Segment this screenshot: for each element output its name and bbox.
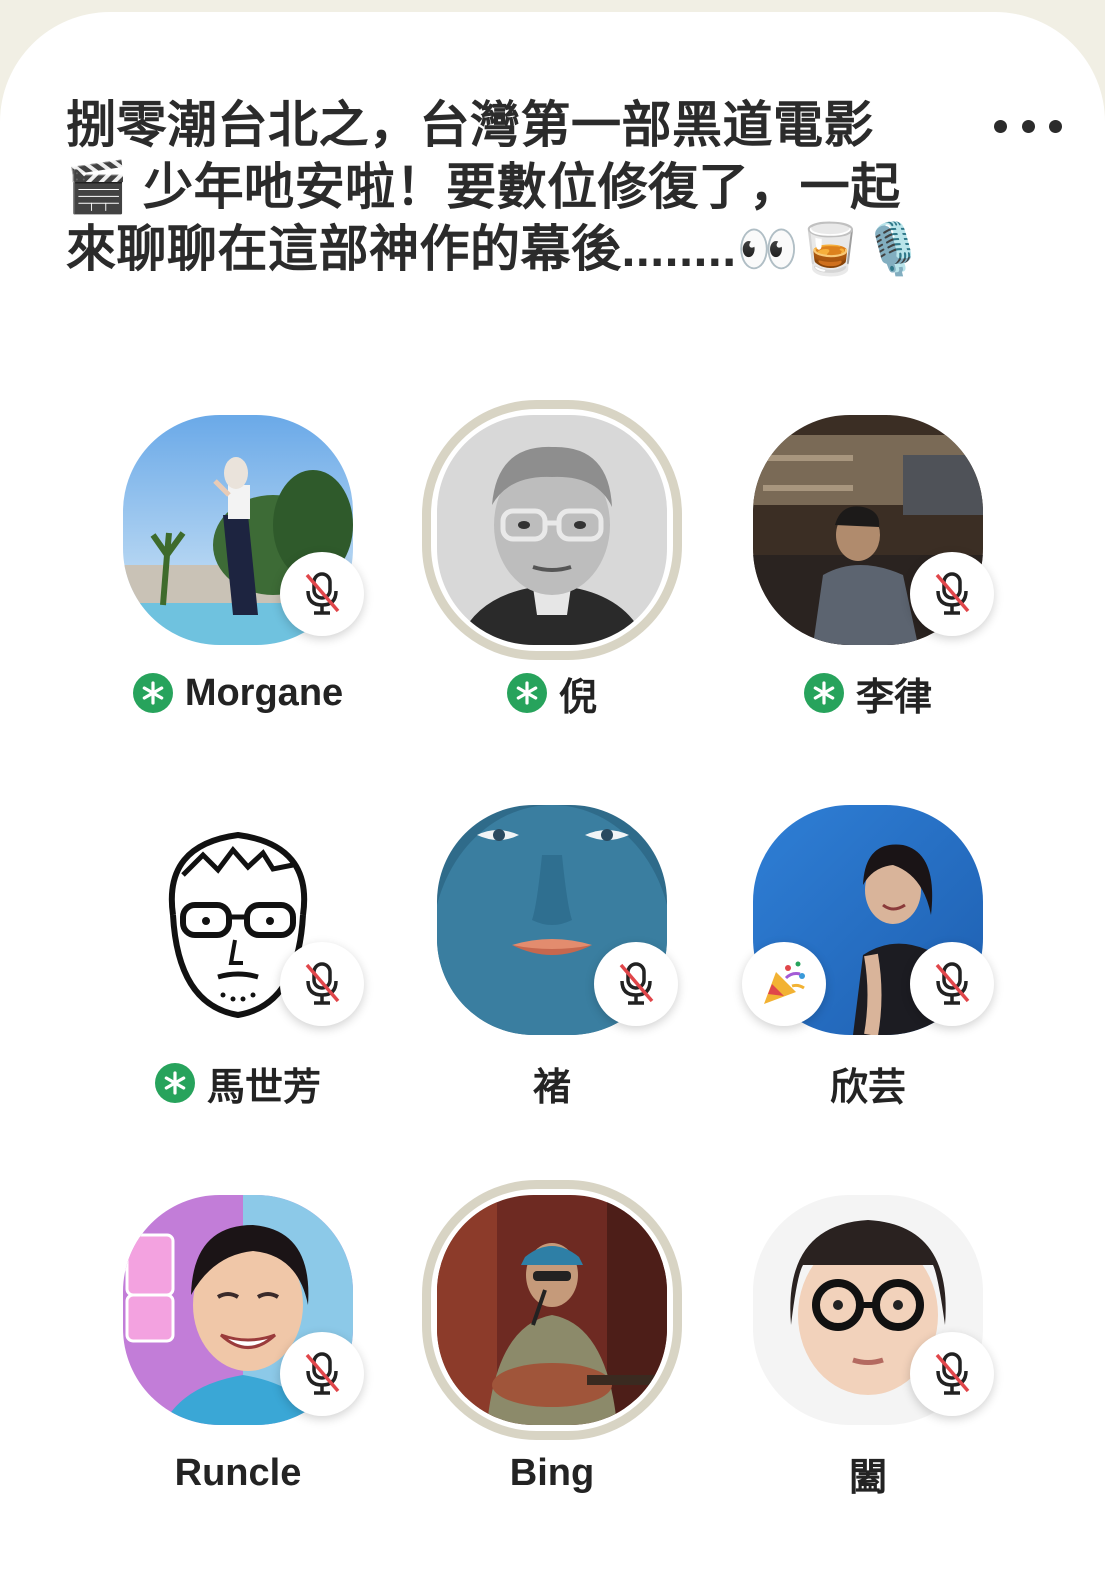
speaker-morgane[interactable]: Morgane [108,400,368,740]
speaker-he[interactable]: 闔 [738,1180,998,1520]
moderator-icon [132,673,173,713]
party-popper-badge [742,942,826,1026]
speaker-name: 李律 [855,676,932,719]
muted-mic-badge [280,1332,364,1416]
speaker-name: 馬世芳 [206,1066,321,1109]
speaker-runcle[interactable]: Runcle [108,1180,368,1520]
party-popper-icon [764,961,805,1004]
ellipsis-icon [994,119,1007,133]
room-title: 捌零潮台北之，台灣第一部黑道電影🎬 少年吔安啦！要數位修復了，一起來聊聊在這部神… [66,97,925,277]
muted-mic-icon [935,962,970,1005]
room-sheet: 捌零潮台北之，台灣第一部黑道電影🎬 少年吔安啦！要數位修復了，一起來聊聊在這部神… [0,12,1105,1572]
muted-mic-badge [910,942,994,1026]
muted-mic-icon [305,572,340,615]
muted-mic-icon [935,572,970,615]
avatar-photo-portrait-bw [437,415,667,645]
speaker-chu[interactable]: 褚 [422,790,682,1130]
muted-mic-badge [910,1332,994,1416]
avatar[interactable] [437,1195,667,1425]
muted-mic-icon [619,962,654,1005]
speaker-name: Bing [509,1451,595,1494]
muted-mic-badge [280,942,364,1026]
speaker-bing[interactable]: Bing [422,1180,682,1520]
moderator-icon [154,1063,195,1103]
speaker-li-lu[interactable]: 李律 [738,400,998,740]
muted-mic-icon [305,962,340,1005]
muted-mic-badge [280,552,364,636]
muted-mic-badge [594,942,678,1026]
speaker-name: 闔 [848,1456,887,1499]
speaker-ma-shih-fang[interactable]: 馬世芳 [108,790,368,1130]
speaker-ni[interactable]: 倪 [422,400,682,740]
speaker-name: 欣芸 [829,1066,906,1109]
moderator-icon [803,673,844,713]
avatar[interactable] [437,415,667,645]
speaker-name: 褚 [532,1066,571,1109]
muted-mic-icon [305,1352,340,1395]
muted-mic-icon [935,1352,970,1395]
speaker-name: Runcle [174,1451,302,1494]
moderator-icon [506,673,547,713]
avatar-photo-guitarist [437,1195,667,1425]
muted-mic-badge [910,552,994,636]
speaker-xin-yun[interactable]: 欣芸 [738,790,998,1130]
more-options-button[interactable] [988,104,1068,148]
speaker-name: 倪 [558,676,597,719]
speaker-name: Morgane [184,671,344,714]
